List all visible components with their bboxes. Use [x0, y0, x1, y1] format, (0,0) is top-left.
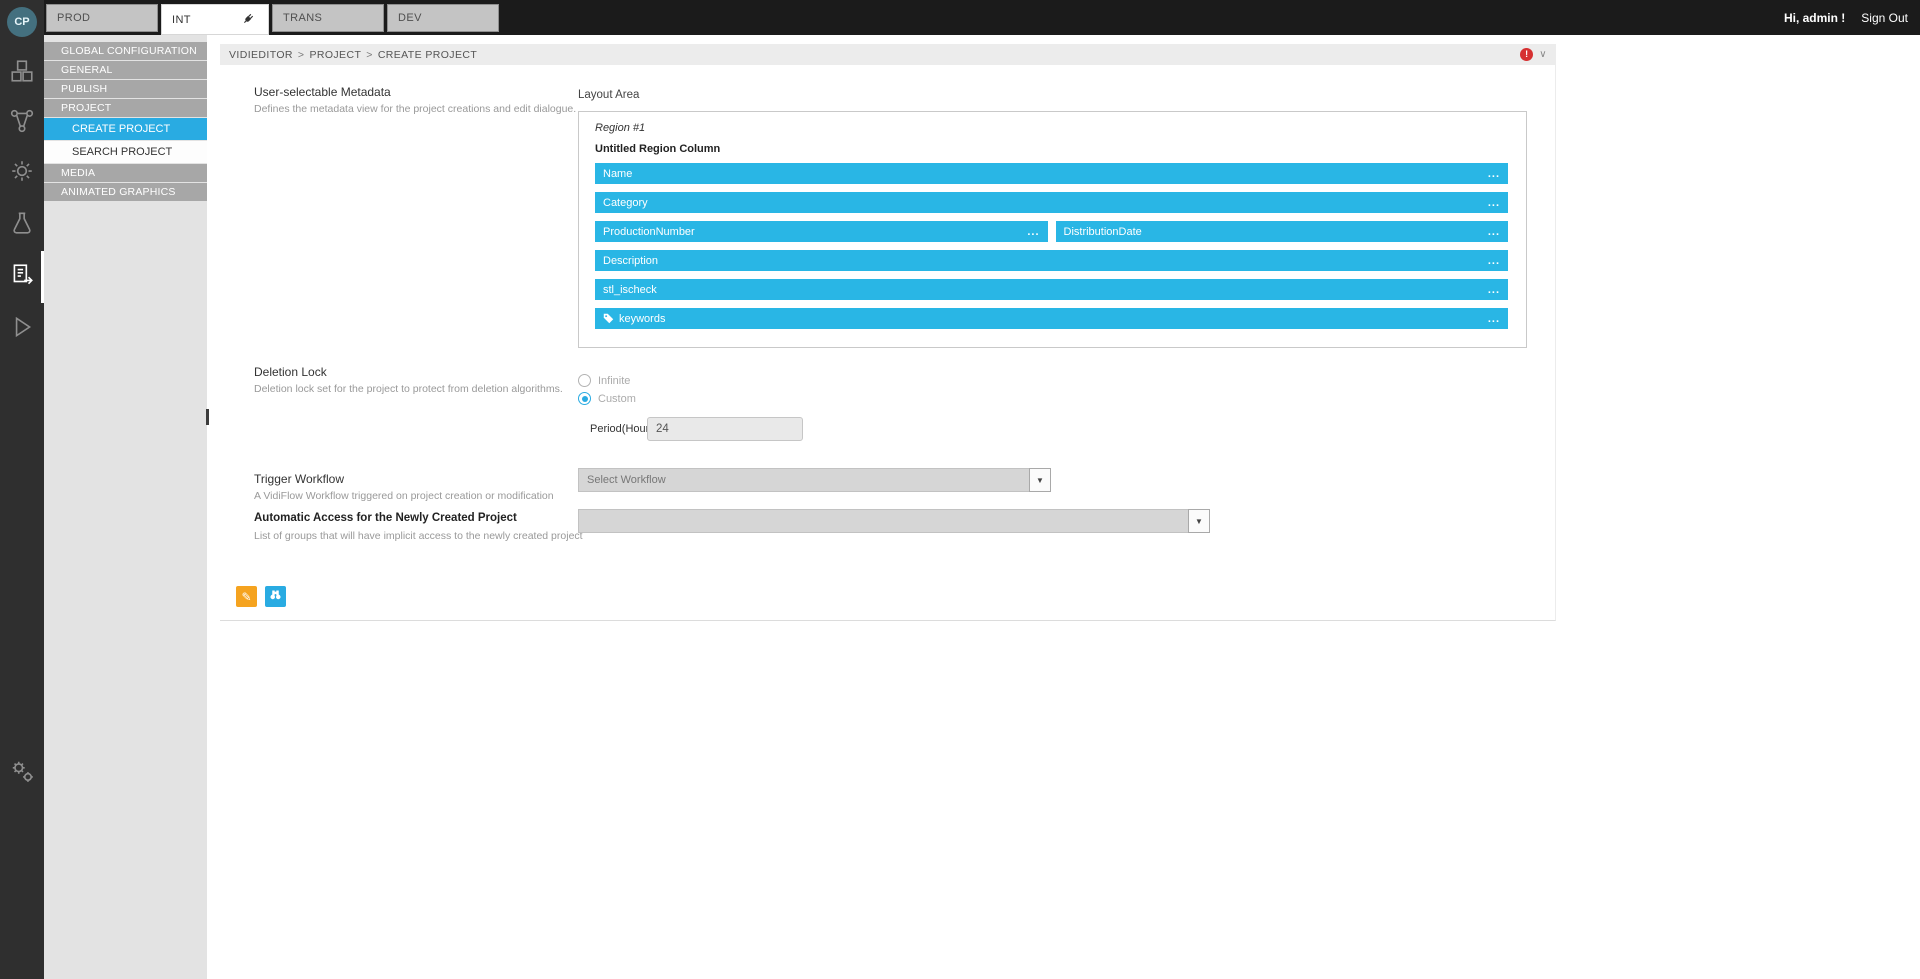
- deletion-lock-description: Deletion lock set for the project to pro…: [254, 383, 563, 395]
- radio-infinite[interactable]: Infinite: [578, 373, 630, 388]
- edit-button[interactable]: ✎: [236, 586, 257, 607]
- workflow-icon[interactable]: [9, 158, 35, 184]
- deletion-lock-title: Deletion Lock: [254, 365, 327, 379]
- radio-infinite-label: Infinite: [598, 375, 630, 387]
- field-options-button[interactable]: ...: [1488, 226, 1500, 238]
- field-label: stl_ischeck: [603, 284, 657, 296]
- metadata-section-description: Defines the metadata view for the projec…: [254, 103, 576, 115]
- field-label: keywords: [619, 313, 665, 325]
- breadcrumb-vidieditor[interactable]: VIDIEDITOR: [229, 49, 293, 61]
- metadata-field-stl-ischeck[interactable]: stl_ischeck ...: [595, 279, 1508, 300]
- metadata-section-title: User-selectable Metadata: [254, 85, 391, 99]
- metadata-field-keywords[interactable]: keywords ...: [595, 308, 1508, 329]
- sidebar-item-animated-graphics[interactable]: ANIMATED GRAPHICS: [44, 183, 207, 201]
- sidebar-item-general[interactable]: GENERAL: [44, 61, 207, 79]
- layout-area-box: Region #1 Untitled Region Column Name ..…: [578, 111, 1527, 348]
- auto-access-title: Automatic Access for the Newly Created P…: [254, 512, 517, 524]
- field-options-button[interactable]: ...: [1488, 168, 1500, 180]
- sidebar-item-create-project[interactable]: CREATE PROJECT: [44, 118, 207, 140]
- field-label: ProductionNumber: [603, 226, 695, 238]
- radio-custom[interactable]: Custom: [578, 391, 636, 406]
- dropdown-arrow-icon[interactable]: ▼: [1029, 468, 1051, 492]
- editor-icon[interactable]: [9, 262, 35, 288]
- auto-access-select-value: [579, 510, 1188, 532]
- metadata-field-category[interactable]: Category ...: [595, 192, 1508, 213]
- tab-prod-label: PROD: [57, 12, 90, 24]
- sign-out-link[interactable]: Sign Out: [1861, 11, 1908, 25]
- auto-access-description: List of groups that will have implicit a…: [254, 530, 583, 542]
- tab-dev-label: DEV: [398, 12, 422, 24]
- plug-icon: [242, 11, 256, 28]
- field-options-button[interactable]: ...: [1488, 313, 1500, 325]
- dropdown-arrow-icon[interactable]: ▼: [1188, 509, 1210, 533]
- breadcrumb-create-project[interactable]: CREATE PROJECT: [378, 49, 477, 61]
- workflow-select-value: Select Workflow: [579, 469, 1029, 491]
- modules-icon[interactable]: [9, 58, 35, 84]
- sidebar-item-publish[interactable]: PUBLISH: [44, 80, 207, 98]
- field-options-button[interactable]: ...: [1488, 197, 1500, 209]
- field-label: Category: [603, 197, 648, 209]
- chevron-down-icon[interactable]: ∨: [1539, 49, 1547, 60]
- flask-icon[interactable]: [9, 210, 35, 236]
- field-options-button[interactable]: ...: [1488, 284, 1500, 296]
- metadata-field-description[interactable]: Description ...: [595, 250, 1508, 271]
- field-label: DistributionDate: [1064, 226, 1142, 238]
- avatar[interactable]: CP: [7, 7, 37, 37]
- tag-icon: [603, 313, 614, 324]
- binoculars-icon: [269, 588, 282, 606]
- tab-int[interactable]: INT: [161, 4, 269, 35]
- field-options-button[interactable]: ...: [1027, 226, 1039, 238]
- breadcrumb-project[interactable]: PROJECT: [309, 49, 361, 61]
- config-sidebar: GLOBAL CONFIGURATION GENERAL PUBLISH PRO…: [44, 35, 207, 979]
- tab-dev[interactable]: DEV: [387, 4, 499, 32]
- sidebar-item-search-project[interactable]: SEARCH PROJECT: [44, 141, 207, 163]
- trigger-workflow-description: A VidiFlow Workflow triggered on project…: [254, 490, 554, 502]
- layout-area-label: Layout Area: [578, 89, 639, 101]
- metadata-field-distributiondate[interactable]: DistributionDate ...: [1056, 221, 1509, 242]
- trigger-workflow-title: Trigger Workflow: [254, 472, 344, 486]
- sidebar-item-media[interactable]: MEDIA: [44, 164, 207, 182]
- search-button[interactable]: [265, 586, 286, 607]
- breadcrumb: VIDIEDITOR > PROJECT > CREATE PROJECT ! …: [220, 44, 1556, 65]
- tab-trans-label: TRANS: [283, 12, 322, 24]
- settings-icon[interactable]: [9, 758, 35, 784]
- main-content: VIDIEDITOR > PROJECT > CREATE PROJECT ! …: [207, 35, 1920, 979]
- pane-resize-handle[interactable]: [206, 409, 209, 425]
- user-area: Hi, admin ! Sign Out: [1784, 0, 1908, 35]
- auto-access-select[interactable]: ▼: [578, 509, 1210, 533]
- network-icon[interactable]: [9, 108, 35, 134]
- metadata-field-productionnumber[interactable]: ProductionNumber ...: [595, 221, 1048, 242]
- error-badge-icon[interactable]: !: [1520, 48, 1533, 61]
- app-rail: CP: [0, 0, 44, 979]
- field-label: Description: [603, 255, 658, 267]
- environment-tabs: PROD INT TRANS DEV: [46, 4, 499, 35]
- rail-active-indicator: [41, 251, 44, 303]
- metadata-field-name[interactable]: Name ...: [595, 163, 1508, 184]
- metadata-rows: Name ... Category ... ProductionNumber .…: [595, 163, 1508, 337]
- player-icon[interactable]: [9, 314, 35, 340]
- field-options-button[interactable]: ...: [1488, 255, 1500, 267]
- pencil-icon: ✎: [241, 590, 251, 604]
- create-project-form: User-selectable Metadata Defines the met…: [220, 65, 1556, 621]
- region-title: Region #1: [595, 122, 645, 134]
- sidebar-item-global-configuration[interactable]: GLOBAL CONFIGURATION: [44, 42, 207, 60]
- tab-prod[interactable]: PROD: [46, 4, 158, 32]
- top-bar: PROD INT TRANS DEV Hi, admin ! Sign Out: [0, 0, 1920, 35]
- breadcrumb-separator: >: [298, 49, 305, 61]
- radio-custom-circle[interactable]: [578, 392, 591, 405]
- sidebar-item-project[interactable]: PROJECT: [44, 99, 207, 117]
- tab-int-label: INT: [172, 14, 191, 26]
- field-label: Name: [603, 168, 632, 180]
- workflow-select[interactable]: Select Workflow ▼: [578, 468, 1051, 492]
- period-hours-input[interactable]: [647, 417, 803, 441]
- user-greeting: Hi, admin !: [1784, 11, 1845, 25]
- region-column-title: Untitled Region Column: [595, 143, 720, 155]
- radio-custom-label: Custom: [598, 393, 636, 405]
- radio-infinite-circle[interactable]: [578, 374, 591, 387]
- tab-trans[interactable]: TRANS: [272, 4, 384, 32]
- breadcrumb-separator: >: [366, 49, 373, 61]
